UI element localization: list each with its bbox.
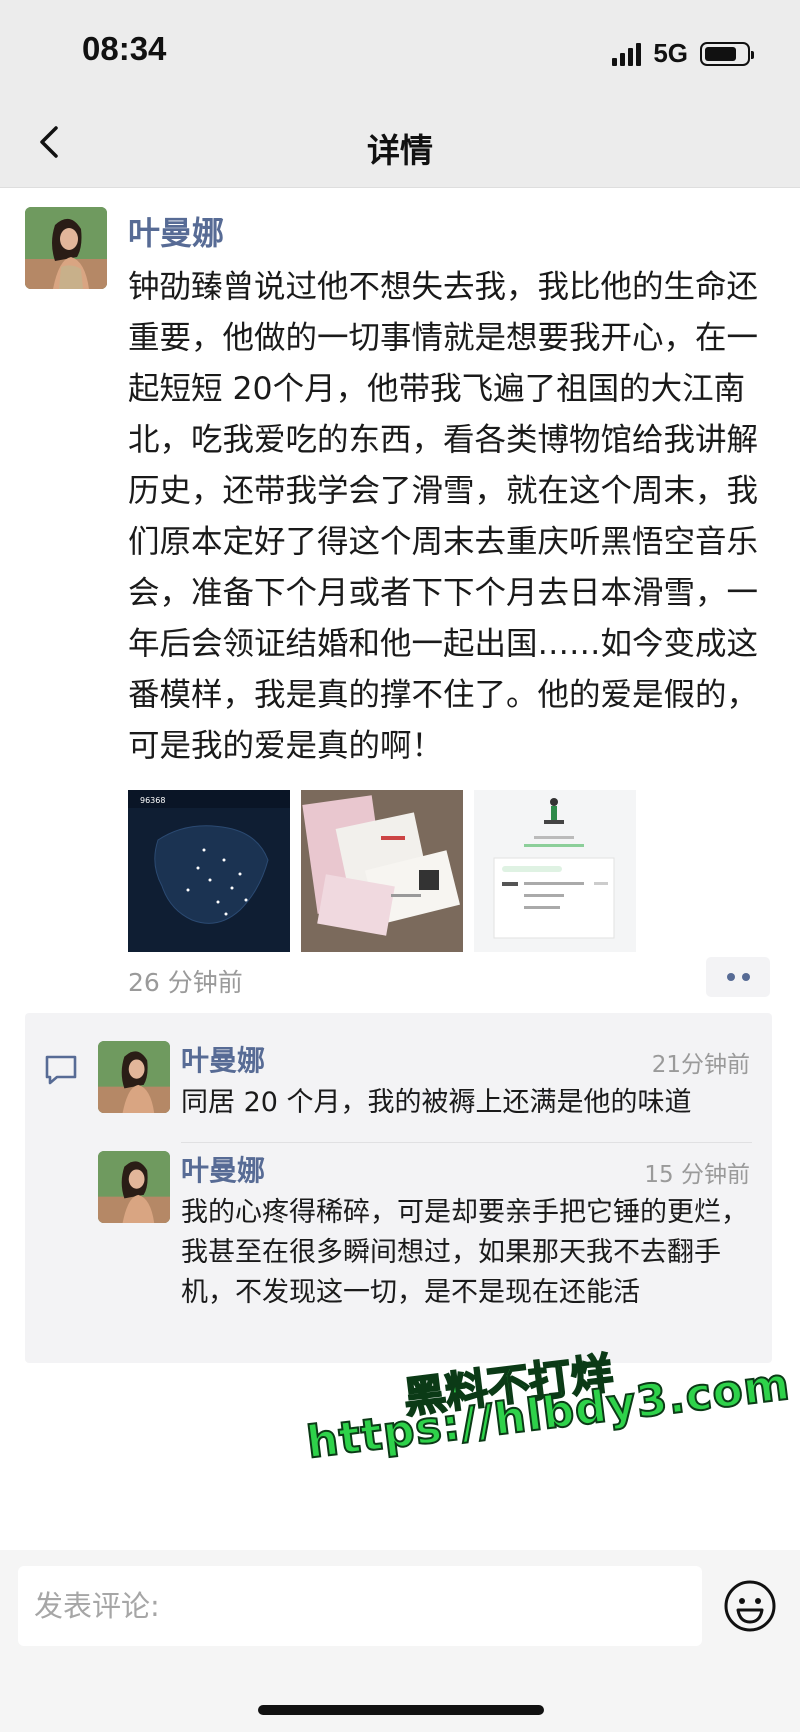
comment-text: 同居 20 个月，我的被褥上还满是他的味道: [181, 1087, 692, 1118]
battery-icon: [700, 41, 754, 66]
comment-text: 我的心疼得稀碎，可是却要亲手把它锤的更烂，我甚至在很多瞬间想过，如果那天我不去翻…: [181, 1197, 748, 1308]
comments-panel: 叶曼娜 21分钟前 同居 20 个月，我的被褥上还满是他的味道 叶曼娜 15 分…: [25, 1013, 772, 1363]
post-timestamp: 26 分钟前: [128, 968, 243, 997]
dot-icon: [726, 973, 735, 981]
divider: [181, 1142, 752, 1143]
post-text: 钟劭臻曾说过他不想失去我，我比他的生命还重要，他做的一切事情就是想要我开心，在一…: [128, 269, 759, 764]
post-author[interactable]: 叶曼娜: [128, 208, 224, 254]
page-title: 详情: [367, 131, 433, 170]
home-indicator: [258, 1705, 544, 1715]
dot-icon: [741, 973, 750, 981]
comment-input[interactable]: [18, 1566, 702, 1646]
emoji-icon[interactable]: [722, 1578, 778, 1634]
comment-author[interactable]: 叶曼娜: [181, 1039, 265, 1079]
tickets-photo[interactable]: [301, 790, 463, 952]
status-indicators: 5G: [612, 38, 754, 69]
itinerary-screenshot-photo[interactable]: [474, 790, 636, 952]
avatar[interactable]: [98, 1151, 170, 1223]
comment-author[interactable]: 叶曼娜: [181, 1149, 265, 1189]
status-time: 08:34: [82, 30, 167, 67]
post-photos: 96368: [128, 790, 636, 952]
avatar[interactable]: [98, 1041, 170, 1113]
status-bar: 08:34 5G: [0, 0, 800, 100]
avatar[interactable]: [25, 207, 107, 289]
network-type: 5G: [653, 38, 688, 68]
map-stat-text: 96368: [140, 796, 165, 805]
comment-timestamp: 21分钟前: [651, 1052, 750, 1078]
comment-timestamp: 15 分钟前: [644, 1162, 750, 1188]
travel-map-photo[interactable]: 96368: [128, 790, 290, 952]
nav-bar: 详情: [0, 100, 800, 188]
more-actions-button[interactable]: [706, 957, 770, 997]
signal-icon: [612, 42, 642, 66]
comment-icon: [45, 1055, 77, 1085]
